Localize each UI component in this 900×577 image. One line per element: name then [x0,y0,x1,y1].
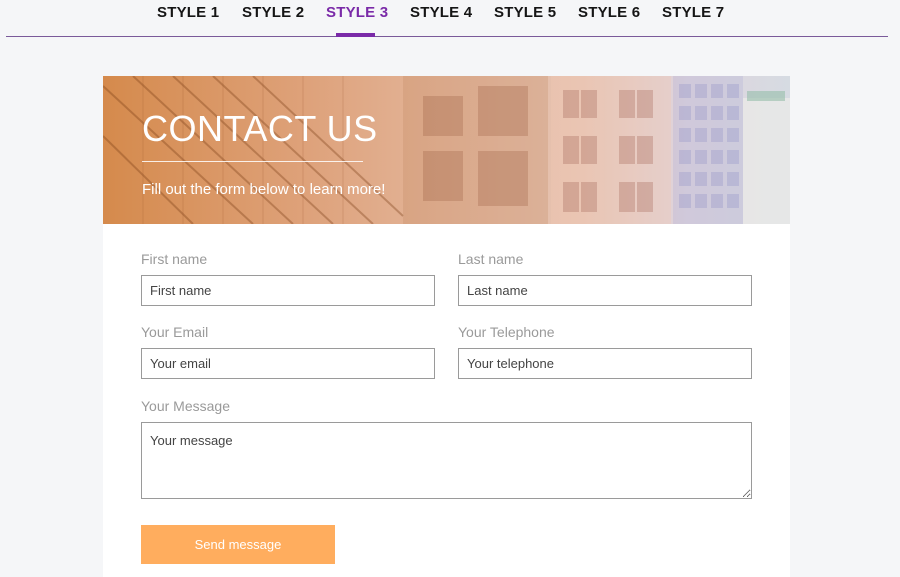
tab-style-7[interactable]: STYLE 7 [662,4,724,24]
tab-style-6[interactable]: STYLE 6 [578,4,640,24]
email-input[interactable] [141,348,435,379]
tab-style-2[interactable]: STYLE 2 [242,4,304,24]
active-tab-indicator [336,33,375,37]
tab-style-3[interactable]: STYLE 3 [326,4,388,24]
first-name-label: First name [141,251,208,267]
building-background-image [103,76,790,224]
message-label: Your Message [141,398,230,414]
page-subtitle: Fill out the form below to learn more! [142,181,386,198]
send-message-button[interactable]: Send message [141,525,335,564]
email-label: Your Email [141,324,209,340]
title-underline [142,161,363,162]
tab-divider [6,36,888,37]
contact-hero-banner: CONTACT US Fill out the form below to le… [103,76,790,224]
tab-style-5[interactable]: STYLE 5 [494,4,556,24]
first-name-input[interactable] [141,275,435,306]
tab-style-1[interactable]: STYLE 1 [157,4,219,24]
style-tabs: STYLE 1 STYLE 2 STYLE 3 STYLE 4 STYLE 5 … [0,0,900,38]
message-textarea[interactable] [141,422,752,499]
last-name-label: Last name [458,251,524,267]
telephone-input[interactable] [458,348,752,379]
page-title: CONTACT US [142,108,378,149]
last-name-input[interactable] [458,275,752,306]
telephone-label: Your Telephone [458,324,555,340]
tab-style-4[interactable]: STYLE 4 [410,4,472,24]
contact-card: CONTACT US Fill out the form below to le… [103,76,790,577]
